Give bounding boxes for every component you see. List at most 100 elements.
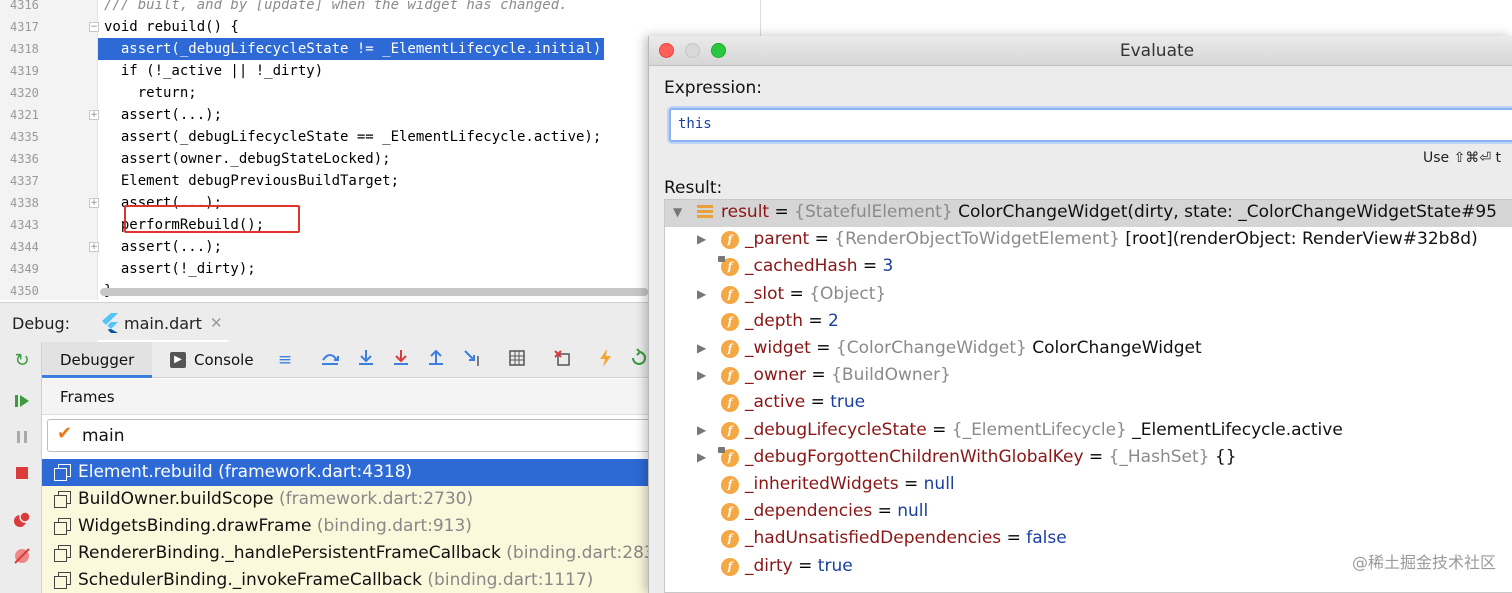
- line-number[interactable]: 4336: [0, 148, 44, 170]
- node-text: _parent = {RenderObjectToWidgetElement} …: [745, 229, 1478, 250]
- field-value: ColorChangeWidget: [1032, 338, 1202, 358]
- line-number[interactable]: 4321: [0, 104, 44, 126]
- line-number[interactable]: 4316: [0, 0, 44, 16]
- field-type: {ColorChangeWidget}: [835, 338, 1027, 358]
- field-node[interactable]: f _depth = 2: [665, 309, 1512, 336]
- fold-toggle-icon[interactable]: −: [89, 22, 99, 32]
- expand-arrow-icon[interactable]: ▶: [697, 450, 706, 464]
- field-name: _dependencies: [745, 501, 873, 522]
- current-execution-line[interactable]: assert(_debugLifecycleState != _ElementL…: [98, 38, 610, 60]
- field-node[interactable]: ▶ f _debugForgottenChildrenWithGlobalKey =…: [665, 445, 1512, 472]
- field-node[interactable]: ▶ f _slot = {Object}: [665, 282, 1512, 309]
- dialog-titlebar[interactable]: Evaluate: [649, 36, 1512, 66]
- run-to-cursor-icon[interactable]: [460, 348, 484, 372]
- expression-label: Expression:: [664, 78, 763, 98]
- expand-arrow-icon[interactable]: ▶: [697, 423, 706, 437]
- line-number[interactable]: 4349: [0, 258, 44, 280]
- frame-icon: [54, 464, 71, 481]
- field-node[interactable]: ▶ f _widget = {ColorChangeWidget} ColorCha…: [665, 336, 1512, 363]
- field-node[interactable]: f _active = true: [665, 390, 1512, 417]
- code-line[interactable]: /// built, and by [update] when the widg…: [104, 0, 760, 16]
- field-node[interactable]: ▶ f _owner = {BuildOwner}: [665, 363, 1512, 390]
- debug-tool-window-header: Debug: main.dart ✕: [0, 302, 648, 343]
- mute-breakpoints-icon[interactable]: [11, 546, 33, 568]
- result-tree[interactable]: ▼ result = {StatefulElement} ColorChangeW…: [664, 199, 1512, 593]
- field-icon: f: [721, 231, 739, 250]
- field-node[interactable]: f _inheritedWidgets = null: [665, 472, 1512, 499]
- frame-location: (binding.dart:1117): [427, 570, 594, 590]
- stack-frame[interactable]: WidgetsBinding.drawFrame (binding.dart:9…: [42, 513, 648, 540]
- frame-location: (binding.dart:283): [506, 543, 648, 563]
- code-line[interactable]: void rebuild() {: [104, 16, 760, 38]
- tab-debugger[interactable]: Debugger: [42, 342, 152, 378]
- code-editor[interactable]: 4316 4317−4318 4319 4320 4321 +4335 4336 4337 43…: [0, 0, 760, 300]
- frames-label: Frames: [60, 388, 115, 406]
- field-value: null: [897, 501, 929, 522]
- expand-arrow-icon[interactable]: ▶: [697, 287, 706, 301]
- show-execution-point-icon[interactable]: [318, 348, 342, 372]
- field-node[interactable]: ▶ f _parent = {RenderObjectToWidgetElement…: [665, 227, 1512, 254]
- rerun-icon[interactable]: ↻: [11, 350, 33, 372]
- fold-toggle-icon[interactable]: +: [89, 242, 99, 252]
- frame-name: SchedulerBinding._invokeFrameCallback (b…: [78, 570, 593, 590]
- field-node[interactable]: f _cachedHash = 3: [665, 254, 1512, 281]
- line-number[interactable]: 4338: [0, 192, 44, 214]
- field-type: {_HashSet}: [1108, 446, 1210, 467]
- line-number[interactable]: 4317: [0, 16, 44, 38]
- field-value: {}: [1214, 446, 1237, 467]
- expand-arrow-icon[interactable]: ▶: [697, 232, 706, 246]
- line-number[interactable]: 4320: [0, 82, 44, 104]
- line-number[interactable]: 4343: [0, 214, 44, 236]
- line-number[interactable]: 4318: [0, 38, 44, 60]
- field-node[interactable]: ▶ f _debugLifecycleState = {_ElementLifecy…: [665, 418, 1512, 445]
- field-name: _depth: [745, 310, 803, 331]
- line-number[interactable]: 4319: [0, 60, 44, 82]
- drop-frame-icon[interactable]: [550, 348, 574, 372]
- line-number[interactable]: 4337: [0, 170, 44, 192]
- thread-selector[interactable]: ✔ main: [47, 419, 652, 452]
- step-over-icon[interactable]: [354, 348, 378, 372]
- node-text: _cachedHash = 3: [745, 256, 894, 277]
- stack-frame[interactable]: SchedulerBinding._invokeFrameCallback (b…: [42, 567, 648, 593]
- evaluate-expression-icon[interactable]: [505, 348, 529, 372]
- frame-icon: [54, 518, 71, 535]
- tab-console[interactable]: ▶ Console: [168, 342, 268, 378]
- close-icon[interactable]: ✕: [210, 314, 223, 332]
- menu-lines-icon[interactable]: ≡: [273, 348, 297, 372]
- field-value: 3: [882, 256, 894, 277]
- stack-frame[interactable]: RendererBinding._handlePersistentFrameCa…: [42, 540, 648, 567]
- thread-label: main: [82, 426, 125, 446]
- stack-frame[interactable]: BuildOwner.buildScope (framework.dart:27…: [42, 486, 648, 513]
- step-out-icon[interactable]: [424, 348, 448, 372]
- editor-horizontal-scrollbar[interactable]: [100, 288, 648, 296]
- result-value-icon: [697, 205, 713, 221]
- line-number[interactable]: 4344: [0, 236, 44, 258]
- run-tab-main-dart[interactable]: main.dart ✕: [98, 303, 228, 343]
- stack-frame[interactable]: Element.rebuild (framework.dart:4318): [42, 459, 648, 486]
- node-text: _hadUnsatisfiedDependencies = false: [745, 528, 1067, 549]
- expression-input[interactable]: this: [669, 108, 1512, 142]
- collapse-arrow-icon[interactable]: ▼: [673, 205, 682, 219]
- line-number[interactable]: 4335: [0, 126, 44, 148]
- line-number[interactable]: 4350: [0, 280, 44, 300]
- node-text: _dirty = true: [745, 555, 853, 576]
- field-icon: f: [721, 285, 739, 304]
- pause-icon[interactable]: [11, 428, 33, 450]
- hot-reload-icon[interactable]: [594, 348, 618, 372]
- field-name: _dirty: [745, 555, 793, 576]
- field-node[interactable]: f _dependencies = null: [665, 499, 1512, 526]
- field-name: _slot: [745, 283, 785, 304]
- resume-icon[interactable]: [11, 392, 33, 414]
- result-label: Result:: [664, 178, 723, 198]
- expand-arrow-icon[interactable]: ▶: [697, 368, 706, 382]
- fold-toggle-icon[interactable]: +: [89, 110, 99, 120]
- node-text: _dependencies = null: [745, 501, 929, 522]
- fold-toggle-icon[interactable]: +: [89, 198, 99, 208]
- expand-arrow-icon[interactable]: ▶: [697, 341, 706, 355]
- view-breakpoints-icon[interactable]: [11, 510, 33, 532]
- step-into-icon[interactable]: [389, 348, 413, 372]
- stop-icon[interactable]: [11, 464, 33, 486]
- frame-method: BuildOwner.buildScope: [78, 489, 274, 509]
- line-number-gutter[interactable]: 4316 4317−4318 4319 4320 4321 +4335 4336 4337 43…: [0, 0, 99, 300]
- result-root-node[interactable]: ▼ result = {StatefulElement} ColorChangeW…: [665, 200, 1512, 227]
